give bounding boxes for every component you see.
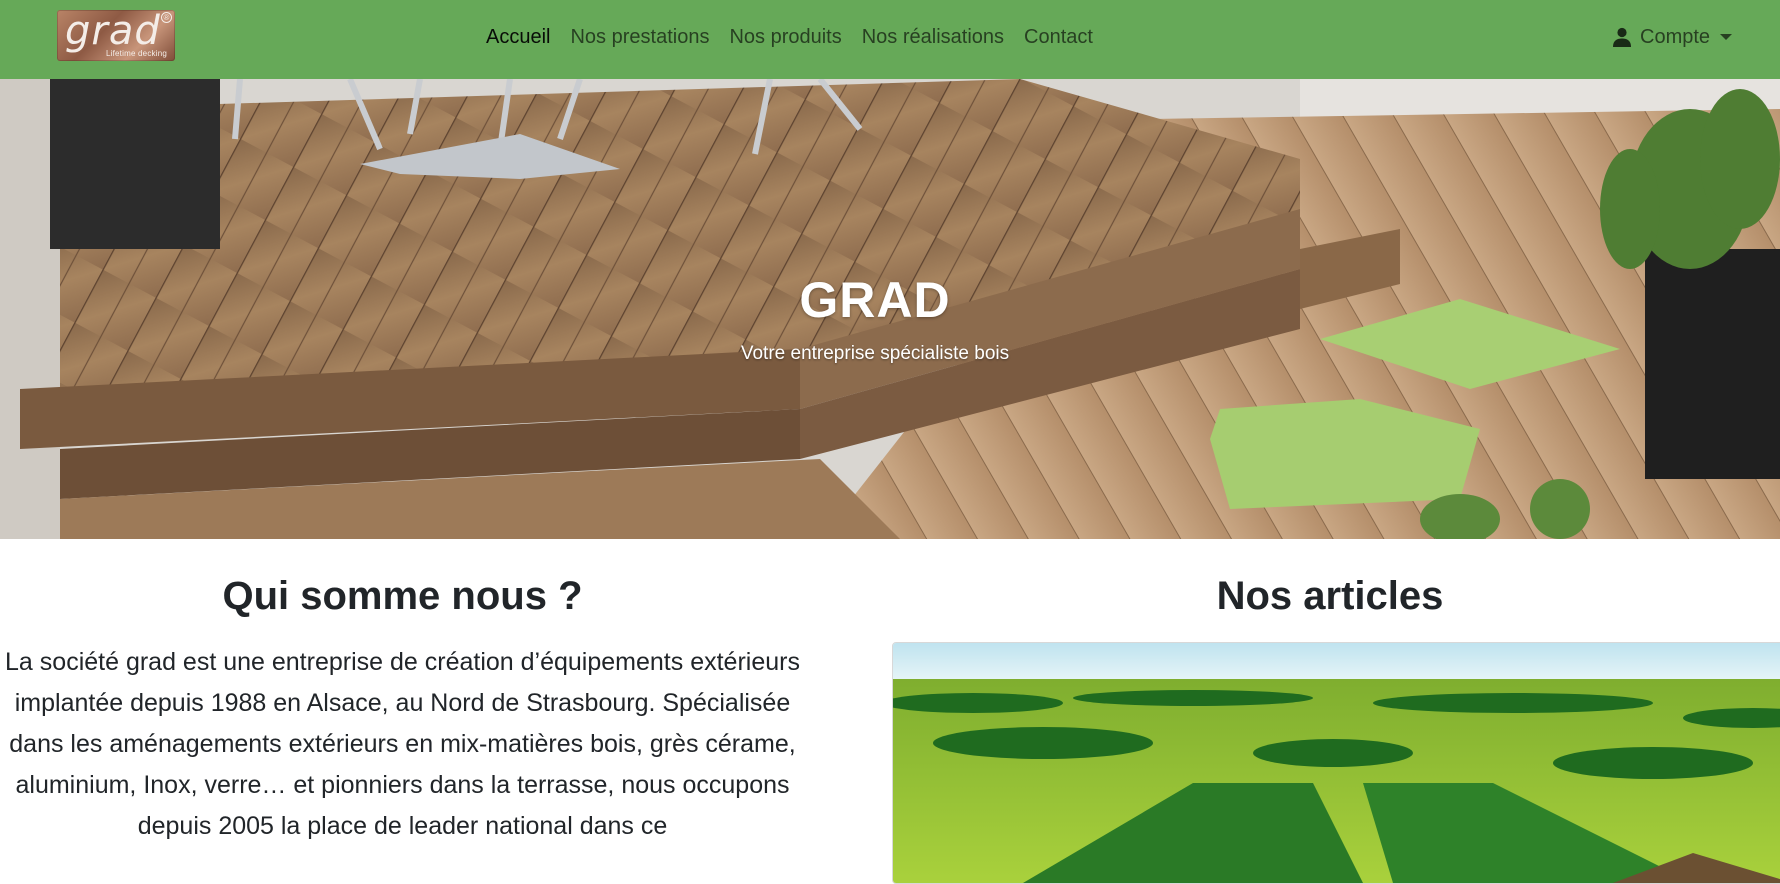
chevron-down-icon bbox=[1720, 34, 1733, 40]
account-dropdown[interactable]: Compte bbox=[1612, 0, 1733, 74]
hero-title: GRAD bbox=[799, 272, 951, 328]
hero-subtitle: Votre entreprise spécialiste bois bbox=[740, 343, 1010, 364]
about-title: Qui somme nous ? bbox=[222, 574, 583, 618]
nav-link-prestations[interactable]: Nos prestations bbox=[560, 26, 719, 49]
articles-title: Nos articles bbox=[1216, 574, 1444, 618]
logo-registered-mark: ® bbox=[161, 12, 172, 23]
article-landscape-image bbox=[893, 643, 1780, 883]
hero-banner: GRAD Votre entreprise spécialiste bois bbox=[0, 79, 1780, 539]
article-card[interactable] bbox=[892, 642, 1780, 884]
brand-logo[interactable]: grad ® Lifetime decking bbox=[57, 10, 175, 61]
nav-link-accueil[interactable]: Accueil bbox=[476, 26, 560, 49]
nav-link-realisations[interactable]: Nos réalisations bbox=[852, 26, 1014, 49]
nav-link-produits[interactable]: Nos produits bbox=[719, 26, 851, 49]
nav-links: Accueil Nos prestations Nos produits Nos… bbox=[476, 0, 1103, 74]
about-text: La société grad est une entreprise de cr… bbox=[5, 648, 800, 840]
navbar: grad ® Lifetime decking Accueil Nos pres… bbox=[0, 0, 1780, 79]
articles-section: Nos articles bbox=[890, 539, 1780, 884]
user-icon bbox=[1613, 27, 1631, 47]
logo-tagline: Lifetime decking bbox=[105, 49, 167, 58]
account-label: Compte bbox=[1640, 25, 1711, 48]
nav-link-contact[interactable]: Contact bbox=[1014, 26, 1103, 49]
about-section: Qui somme nous ? La société grad est une… bbox=[0, 539, 825, 872]
